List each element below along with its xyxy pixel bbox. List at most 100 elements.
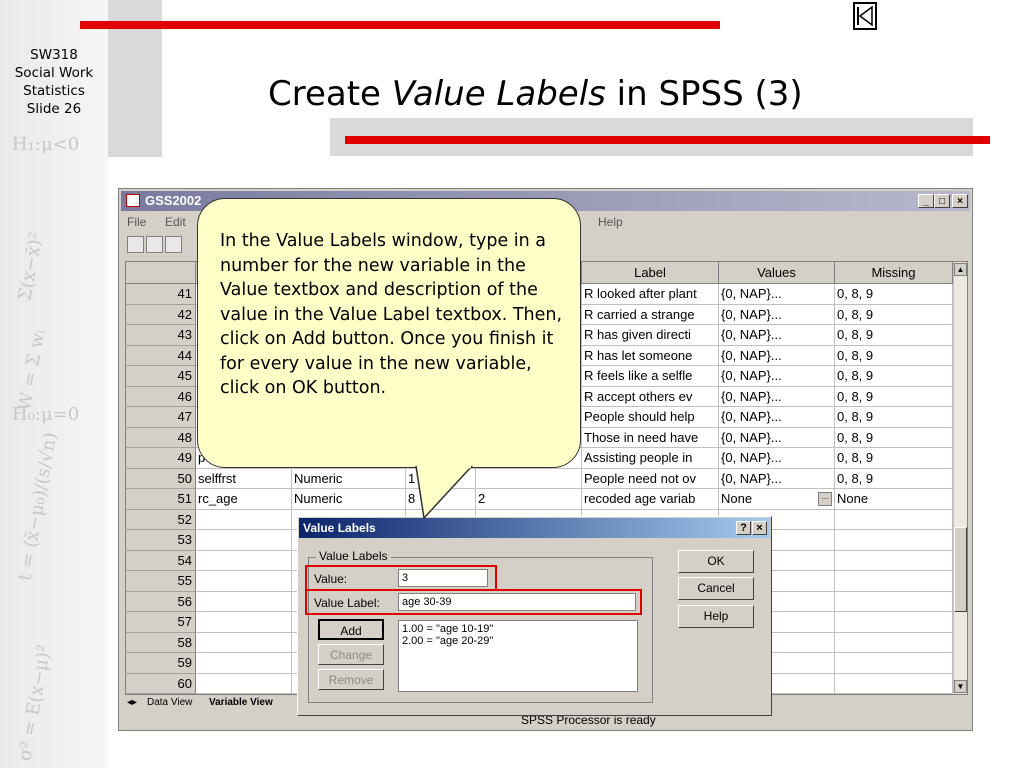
remove-button[interactable]: Remove [318, 669, 384, 690]
row-number[interactable]: 41 [126, 284, 196, 305]
table-cell-decimals[interactable] [476, 468, 582, 489]
table-cell-name[interactable] [196, 550, 292, 571]
table-cell-name[interactable] [196, 571, 292, 592]
table-cell-missing[interactable] [835, 571, 953, 592]
table-cell-missing[interactable]: None [835, 489, 953, 510]
table-cell-missing[interactable]: 0, 8, 9 [835, 366, 953, 387]
table-cell-decimals[interactable]: 2 [476, 489, 582, 510]
table-cell-values[interactable]: {0, NAP}... [719, 468, 835, 489]
col-header-values[interactable]: Values [719, 262, 835, 284]
row-number[interactable]: 46 [126, 386, 196, 407]
table-cell-missing[interactable] [835, 673, 953, 694]
row-number[interactable]: 51 [126, 489, 196, 510]
col-header-missing[interactable]: Missing [835, 262, 953, 284]
table-cell-missing[interactable] [835, 530, 953, 551]
menu-help[interactable]: Help [598, 215, 623, 229]
col-header-label[interactable]: Label [582, 262, 719, 284]
menu-edit[interactable]: Edit [165, 215, 186, 229]
table-cell-label[interactable]: R looked after plant [582, 284, 719, 305]
row-number[interactable]: 56 [126, 591, 196, 612]
table-cell-values[interactable]: {0, NAP}... [719, 304, 835, 325]
change-button[interactable]: Change [318, 644, 384, 665]
table-cell-missing[interactable] [835, 632, 953, 653]
table-cell-label[interactable]: People should help [582, 407, 719, 428]
table-cell-missing[interactable]: 0, 8, 9 [835, 468, 953, 489]
table-cell-values[interactable]: {0, NAP}... [719, 386, 835, 407]
help-button[interactable]: Help [678, 605, 754, 628]
row-number[interactable]: 53 [126, 530, 196, 551]
list-item[interactable]: 1.00 = "age 10-19" [402, 623, 634, 635]
value-label-list[interactable]: 1.00 = "age 10-19" 2.00 = "age 20-29" [398, 620, 638, 692]
table-cell-values[interactable]: {0, NAP}... [719, 448, 835, 469]
table-cell-missing[interactable]: 0, 8, 9 [835, 284, 953, 305]
scroll-up-icon[interactable]: ▲ [954, 263, 967, 276]
vertical-scrollbar[interactable] [953, 262, 967, 694]
close-button[interactable]: × [952, 194, 968, 208]
table-cell-type[interactable]: Numeric [292, 489, 406, 510]
table-cell-missing[interactable]: 0, 8, 9 [835, 427, 953, 448]
add-button[interactable]: Add [318, 619, 384, 640]
cancel-button[interactable]: Cancel [678, 577, 754, 600]
scrollbar-thumb[interactable] [954, 527, 967, 612]
row-number[interactable]: 44 [126, 345, 196, 366]
save-icon[interactable] [146, 236, 163, 253]
table-cell-name[interactable] [196, 632, 292, 653]
table-cell-label[interactable]: R has let someone [582, 345, 719, 366]
scroll-down-icon[interactable]: ▼ [954, 680, 967, 693]
table-cell-values[interactable]: {0, NAP}... [719, 345, 835, 366]
table-cell-label[interactable]: R feels like a selfle [582, 366, 719, 387]
values-ellipsis-button[interactable]: ··· [818, 492, 832, 506]
table-cell-name[interactable] [196, 530, 292, 551]
row-number[interactable]: 57 [126, 612, 196, 633]
table-cell-label[interactable]: R accept others ev [582, 386, 719, 407]
tab-variable-view[interactable]: Variable View [209, 697, 273, 708]
row-number[interactable]: 54 [126, 550, 196, 571]
maximize-button[interactable]: □ [934, 194, 950, 208]
row-number[interactable]: 58 [126, 632, 196, 653]
table-cell-name[interactable]: selffrst [196, 468, 292, 489]
table-cell-missing[interactable] [835, 653, 953, 674]
row-number[interactable]: 43 [126, 325, 196, 346]
table-cell-name[interactable] [196, 591, 292, 612]
table-cell-missing[interactable] [835, 612, 953, 633]
table-cell-name[interactable] [196, 612, 292, 633]
list-item[interactable]: 2.00 = "age 20-29" [402, 635, 634, 647]
minimize-button[interactable]: _ [918, 194, 934, 208]
table-cell-missing[interactable]: 0, 8, 9 [835, 345, 953, 366]
help-question-icon[interactable]: ? [736, 521, 751, 535]
table-cell-missing[interactable]: 0, 8, 9 [835, 304, 953, 325]
tab-data-view[interactable]: Data View [147, 697, 192, 708]
table-cell-missing[interactable] [835, 591, 953, 612]
table-cell-name[interactable] [196, 509, 292, 530]
table-cell-values[interactable]: {0, NAP}... [719, 325, 835, 346]
table-cell-missing[interactable]: 0, 8, 9 [835, 325, 953, 346]
row-number[interactable]: 50 [126, 468, 196, 489]
table-cell-values[interactable]: {0, NAP}... [719, 284, 835, 305]
table-cell-missing[interactable]: 0, 8, 9 [835, 386, 953, 407]
table-cell-label[interactable]: Those in need have [582, 427, 719, 448]
table-cell-label[interactable]: People need not ov [582, 468, 719, 489]
table-cell-name[interactable] [196, 673, 292, 694]
open-icon[interactable] [127, 236, 144, 253]
dialog-title-bar[interactable]: Value Labels ? × [299, 518, 770, 538]
row-number[interactable]: 59 [126, 653, 196, 674]
dialog-close-icon[interactable]: × [752, 521, 767, 535]
table-cell-label[interactable]: R carried a strange [582, 304, 719, 325]
row-number[interactable]: 49 [126, 448, 196, 469]
row-number[interactable]: 45 [126, 366, 196, 387]
table-cell-values[interactable]: {0, NAP}... [719, 407, 835, 428]
table-cell-name[interactable] [196, 653, 292, 674]
table-cell-values[interactable]: {0, NAP}... [719, 427, 835, 448]
skip-back-icon[interactable] [853, 2, 877, 30]
table-cell-missing[interactable] [835, 509, 953, 530]
tab-nav-arrows[interactable]: ◂▸ [127, 697, 137, 708]
ok-button[interactable]: OK [678, 550, 754, 573]
table-cell-name[interactable]: rc_age [196, 489, 292, 510]
row-number[interactable]: 48 [126, 427, 196, 448]
table-cell-values[interactable]: {0, NAP}... [719, 366, 835, 387]
print-icon[interactable] [165, 236, 182, 253]
row-number[interactable]: 55 [126, 571, 196, 592]
table-cell-type[interactable]: Numeric [292, 468, 406, 489]
row-number[interactable]: 60 [126, 673, 196, 694]
table-cell-label[interactable]: Assisting people in [582, 448, 719, 469]
